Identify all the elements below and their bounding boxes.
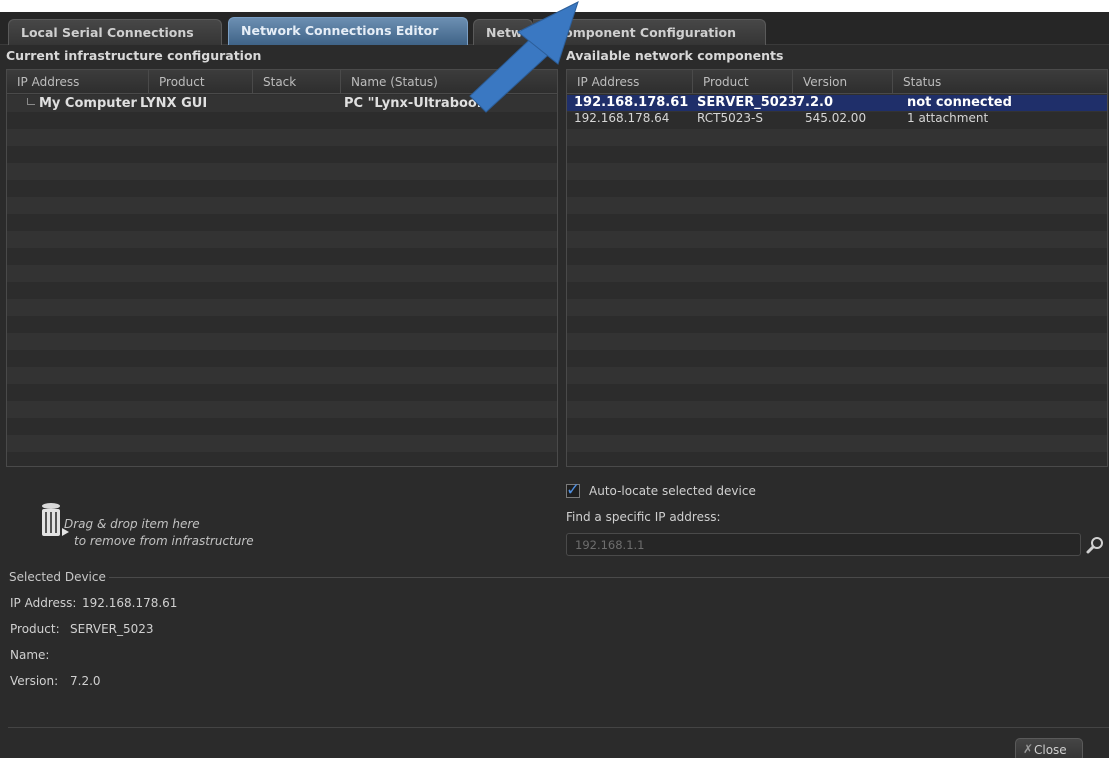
close-icon: ✗: [1023, 742, 1034, 756]
ip-search-input[interactable]: [566, 533, 1081, 556]
column-status[interactable]: Status: [893, 70, 1107, 94]
detail-label: Version:: [10, 674, 59, 688]
checkmark-icon: ✓: [566, 480, 581, 500]
infrastructure-rows: My Computer LYNX GUI PC "Lynx-Ultrabook": [7, 95, 557, 466]
network-components-table-header: IP Address Product Version Status: [567, 70, 1107, 94]
row-product: RCT5023-S: [697, 111, 763, 125]
selected-device-title: Selected Device: [6, 570, 109, 584]
detail-value: SERVER_5023: [70, 622, 154, 636]
row-version: 7.2.0: [796, 95, 834, 110]
close-label: Close: [1034, 743, 1067, 757]
auto-locate-label: Auto-locate selected device: [589, 484, 756, 498]
annotation-arrow-icon: [469, 1, 579, 113]
close-button[interactable]: ✗ Close: [1015, 738, 1083, 758]
detail-value: 192.168.178.61: [82, 596, 178, 610]
drop-hint-line1: Drag & drop item here: [64, 517, 200, 531]
auto-locate-row: ✓ Auto-locate selected device: [566, 480, 756, 501]
row-product: SERVER_5023: [697, 95, 797, 110]
detail-label: Name:: [10, 648, 50, 662]
network-components-rows: 192.168.178.61 SERVER_5023 7.2.0 not con…: [567, 95, 1107, 466]
selected-device-divider: [8, 577, 1109, 578]
detail-product: Product: SERVER_5023: [10, 622, 154, 636]
row-product: LYNX GUI: [140, 96, 208, 111]
tab-local-serial-connections[interactable]: Local Serial Connections: [8, 19, 222, 45]
row-ip: My Computer: [39, 96, 137, 111]
column-ip-address[interactable]: IP Address: [7, 70, 149, 94]
network-components-table: IP Address Product Version Status 192.16…: [566, 69, 1108, 467]
auto-locate-checkbox[interactable]: ✓: [566, 480, 580, 500]
detail-label: IP Address:: [10, 596, 77, 610]
table-row[interactable]: 192.168.178.64 RCT5023-S 545.02.00 1 att…: [567, 111, 1107, 127]
row-ip: 192.168.178.64: [574, 111, 670, 125]
find-ip-label: Find a specific IP address:: [566, 510, 721, 524]
infrastructure-table: IP Address Product Stack Name (Status) M…: [6, 69, 558, 467]
detail-name: Name:: [10, 648, 49, 662]
search-icon[interactable]: [1085, 535, 1105, 555]
row-status: not connected: [907, 95, 1012, 110]
column-stack[interactable]: Stack: [253, 70, 341, 94]
detail-ip-address: IP Address: 192.168.178.61: [10, 596, 177, 610]
row-status: 1 attachment: [907, 111, 989, 125]
left-panel-title: Current infrastructure configuration: [6, 48, 262, 63]
detail-version: Version: 7.2.0: [10, 674, 101, 688]
column-product[interactable]: Product: [693, 70, 793, 94]
drop-hint: Drag & drop item here to remove from inf…: [64, 516, 254, 550]
detail-label: Product:: [10, 622, 60, 636]
detail-value: 7.2.0: [70, 674, 101, 688]
table-row[interactable]: 192.168.178.61 SERVER_5023 7.2.0 not con…: [567, 95, 1107, 111]
column-version[interactable]: Version: [793, 70, 893, 94]
drop-hint-line2: to remove from infrastructure: [74, 534, 254, 548]
tree-connector-icon: [27, 98, 35, 105]
row-version: 545.02.00: [805, 111, 867, 125]
tab-network-connections-editor[interactable]: Network Connections Editor: [228, 17, 468, 45]
column-product[interactable]: Product: [149, 70, 253, 94]
bottom-divider: [8, 727, 1109, 728]
